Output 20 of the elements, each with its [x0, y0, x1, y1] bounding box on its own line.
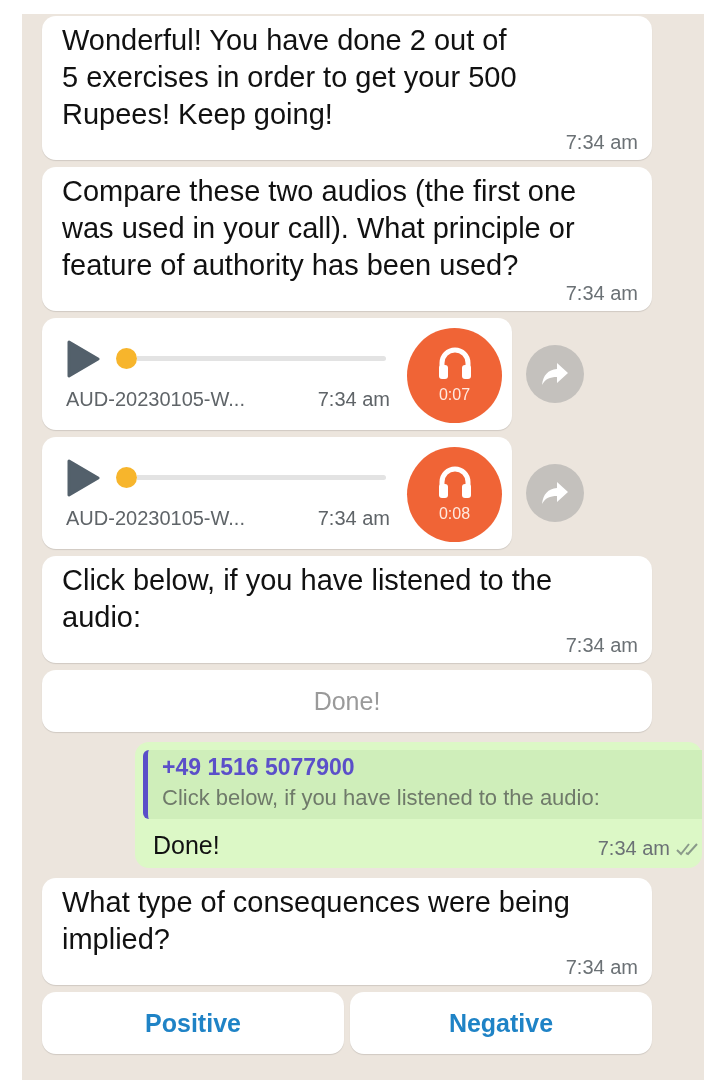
message-time: 7:34 am	[565, 956, 638, 979]
message-text: Click below, if you have listened to the audio:	[62, 563, 554, 635]
message-time: 7:34 am	[317, 506, 390, 530]
message-time: 7:34 am	[597, 837, 670, 860]
audio-duration: 0:07	[438, 386, 471, 404]
message-text: Compare these two audios (the first one was used in your call). What principle or feature of authority has been used?	[62, 174, 578, 283]
audio-filename: AUD-20230105-W...	[66, 387, 245, 411]
message-text: Wonderful! You have done 2 out of 5 exercises in order to get your 500 Rupees! Keep going!	[62, 23, 518, 132]
message-time: 7:34 am	[317, 387, 390, 411]
reply-button[interactable]: Negative	[350, 992, 652, 1054]
message-text: What type of consequences were being implied?	[62, 885, 571, 957]
message-text: Done!	[152, 830, 220, 860]
message-time: 7:34 am	[565, 634, 638, 657]
quote-author: +49 1516 5077900	[162, 754, 356, 781]
audio-filename: AUD-20230105-W...	[66, 506, 245, 530]
message-time: 7:34 am	[565, 131, 638, 154]
reply-button[interactable]: Positive	[42, 992, 344, 1054]
audio-duration: 0:08	[438, 505, 471, 523]
message-time: 7:34 am	[565, 282, 638, 305]
quote-text: Click below, if you have listened to the audio:	[162, 785, 601, 811]
